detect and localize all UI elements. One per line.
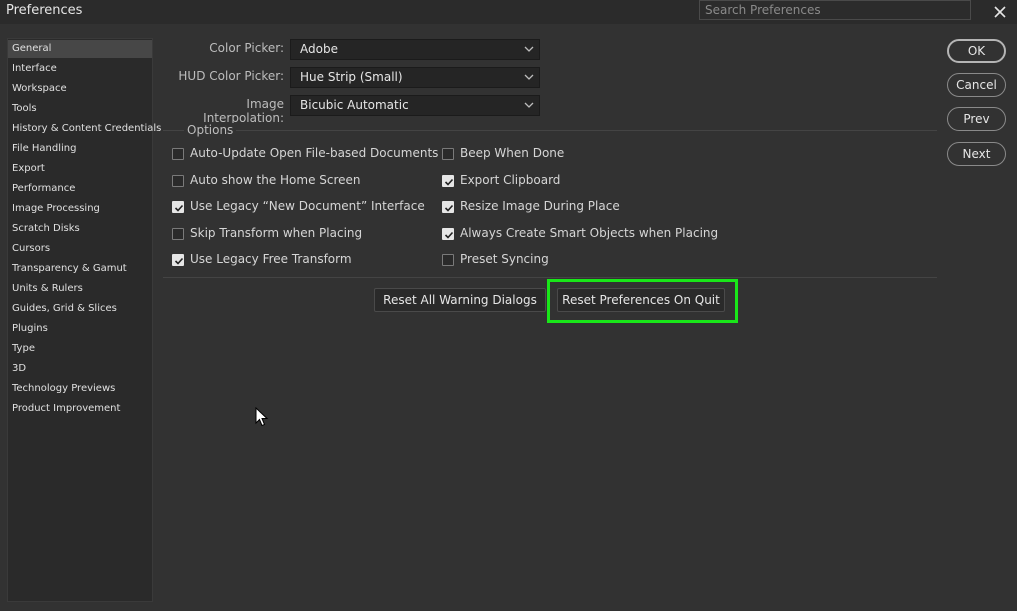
option-checkbox[interactable] <box>172 201 184 213</box>
reset-warning-dialogs-button[interactable]: Reset All Warning Dialogs <box>374 288 546 312</box>
sidebar-item[interactable]: Guides, Grid & Slices <box>8 300 152 318</box>
hud-color-picker-value: Hue Strip (Small) <box>300 70 403 84</box>
option-checkbox[interactable] <box>442 148 454 160</box>
image-interpolation-select[interactable]: Bicubic Automatic <box>290 95 540 116</box>
checkmark-icon <box>444 178 454 186</box>
sidebar-item[interactable]: History & Content Credentials <box>8 120 161 138</box>
close-button[interactable] <box>990 1 1010 23</box>
option-checkbox[interactable] <box>172 174 184 187</box>
option-checkbox[interactable] <box>442 254 454 266</box>
sidebar-item[interactable]: Interface <box>8 60 152 78</box>
color-picker-value: Adobe <box>300 42 338 56</box>
option-label: Preset Syncing <box>460 252 549 266</box>
chevron-down-icon <box>524 102 534 108</box>
window-title: Preferences <box>6 3 83 18</box>
mouse-cursor-icon <box>255 407 269 427</box>
option-label: Export Clipboard <box>460 172 561 187</box>
option-label: Beep When Done <box>460 146 565 160</box>
sidebar-item[interactable]: Type <box>8 340 152 358</box>
prev-button[interactable]: Prev <box>947 107 1006 131</box>
option-label: Use Legacy “New Document” Interface <box>190 199 425 213</box>
ok-button[interactable]: OK <box>947 39 1006 63</box>
sidebar-item[interactable]: Transparency & Gamut <box>8 260 152 278</box>
sidebar-item[interactable]: General <box>8 40 152 58</box>
close-icon <box>994 6 1006 18</box>
color-picker-select[interactable]: Adobe <box>290 39 540 60</box>
checkmark-icon <box>174 204 184 212</box>
checkmark-icon <box>444 204 454 212</box>
sidebar-item[interactable]: Tools <box>8 100 152 118</box>
image-interpolation-label: Image Interpolation: <box>203 97 284 125</box>
option-label: Use Legacy Free Transform <box>190 252 352 266</box>
chevron-down-icon <box>524 46 534 52</box>
hud-color-picker-select[interactable]: Hue Strip (Small) <box>290 67 540 88</box>
options-title: Options <box>184 123 237 137</box>
option-label: Always Create Smart Objects when Placing <box>460 225 719 240</box>
sidebar-item[interactable]: Plugins <box>8 320 152 338</box>
cancel-button[interactable]: Cancel <box>947 73 1006 97</box>
option-checkbox[interactable] <box>442 227 454 240</box>
sidebar-item[interactable]: Scratch Disks <box>8 220 152 238</box>
image-interpolation-value: Bicubic Automatic <box>300 98 409 112</box>
search-input[interactable] <box>699 0 971 20</box>
sidebar-item[interactable]: Performance <box>8 180 152 198</box>
sidebar-item[interactable]: Workspace <box>8 80 152 98</box>
sidebar-item[interactable]: 3D <box>8 360 152 378</box>
sidebar-item[interactable]: Units & Rulers <box>8 280 152 298</box>
option-checkbox[interactable] <box>172 148 184 160</box>
checkmark-icon <box>444 231 454 239</box>
highlight-box <box>547 279 738 323</box>
option-label: Resize Image During Place <box>460 199 620 213</box>
option-checkbox[interactable] <box>172 227 184 240</box>
sidebar: General Interface Workspace Tools History & … <box>7 38 161 602</box>
option-checkbox[interactable] <box>442 201 454 213</box>
sidebar-item[interactable]: File Handling <box>8 140 152 158</box>
sidebar-item[interactable]: Cursors <box>8 240 152 258</box>
sidebar-item[interactable]: Technology Previews <box>8 380 152 398</box>
sidebar-item[interactable]: Image Processing <box>8 200 152 218</box>
sidebar-item[interactable]: Export <box>8 160 152 178</box>
option-checkbox[interactable] <box>172 254 184 266</box>
option-label: Skip Transform when Placing <box>190 225 363 240</box>
next-button[interactable]: Next <box>947 142 1006 166</box>
checkmark-icon <box>174 257 184 265</box>
hud-color-picker-label: HUD Color Picker: <box>178 69 284 83</box>
sidebar-item[interactable]: Product Improvement <box>8 400 152 418</box>
option-label: Auto-Update Open File-based Documents <box>190 146 439 160</box>
option-checkbox[interactable] <box>442 174 454 187</box>
color-picker-label: Color Picker: <box>209 41 284 55</box>
chevron-down-icon <box>524 74 534 80</box>
option-label: Auto show the Home Screen <box>190 172 361 187</box>
